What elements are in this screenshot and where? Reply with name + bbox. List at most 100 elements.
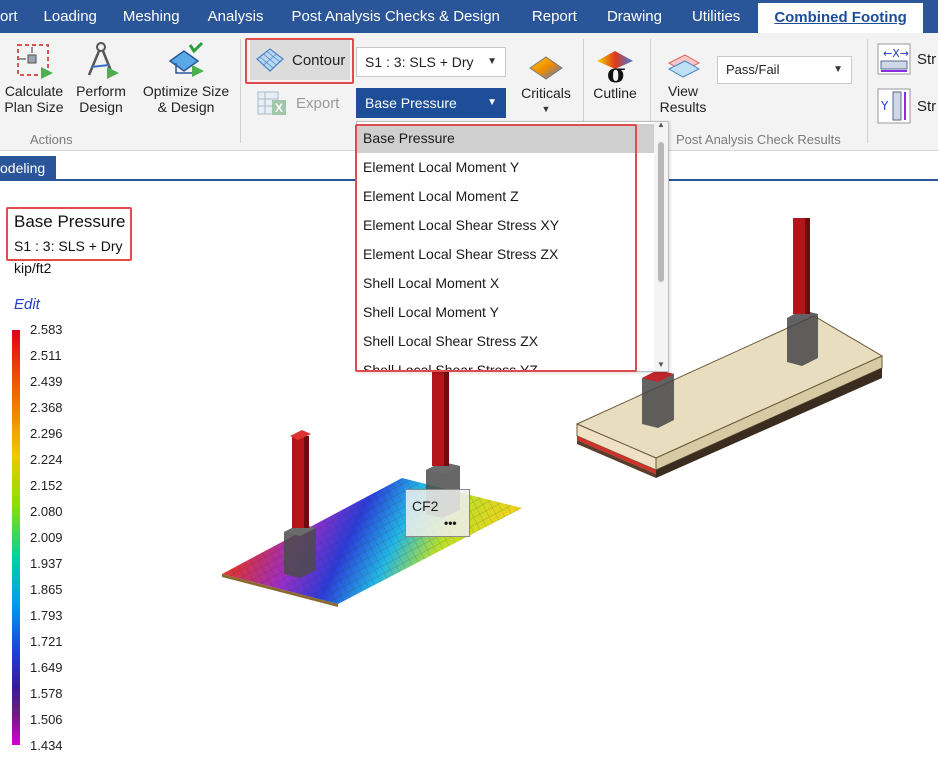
- export-button[interactable]: X Export: [256, 88, 339, 118]
- menu-analysis[interactable]: Analysis: [194, 0, 278, 33]
- cutline-button[interactable]: σ Cutline: [586, 47, 644, 101]
- legend-value: 2.583: [30, 322, 63, 337]
- sigma-cutline-icon: σ: [597, 51, 633, 83]
- menu-bar: ort Loading Meshing Analysis Post Analys…: [0, 0, 938, 33]
- legend-value: 2.080: [30, 504, 63, 519]
- menu-post-analysis[interactable]: Post Analysis Checks & Design: [277, 0, 513, 33]
- view-results-label: View Results: [659, 83, 707, 115]
- export-label: Export: [296, 94, 340, 112]
- dropdown-option[interactable]: Base Pressure: [357, 124, 655, 153]
- dropdown-option[interactable]: Element Local Moment Y: [357, 153, 655, 182]
- legend-value: 1.506: [30, 712, 63, 727]
- compass-design-icon: [87, 42, 119, 79]
- legend-value: 2.224: [30, 452, 63, 467]
- result-combination: S1 : 3: SLS + Dry: [14, 238, 123, 254]
- dropdown-option[interactable]: Element Local Moment Z: [357, 182, 655, 211]
- perform-design-button[interactable]: Perform Design: [70, 41, 132, 115]
- chevron-down-icon: ▼: [487, 56, 497, 67]
- more-options-icon[interactable]: •••: [444, 516, 457, 530]
- result-type-select[interactable]: Base Pressure ▼: [356, 88, 506, 118]
- menu-meshing[interactable]: Meshing: [111, 0, 194, 33]
- chevron-down-icon: ▼: [487, 97, 497, 108]
- legend-value: 2.152: [30, 478, 63, 493]
- ribbon-separator: [240, 39, 241, 143]
- legend-value: 1.578: [30, 686, 63, 701]
- menu-import[interactable]: ort: [0, 0, 32, 33]
- dropdown-option[interactable]: Shell Local Shear Stress YZ: [357, 356, 655, 371]
- actions-group-label: Actions: [30, 132, 73, 147]
- legend-edit-link[interactable]: Edit: [14, 296, 40, 313]
- menu-utilities[interactable]: Utilities: [676, 0, 750, 33]
- contour-grid-icon: [256, 48, 284, 72]
- legend-value: 2.439: [30, 374, 63, 389]
- dropdown-option[interactable]: Element Local Shear Stress XY: [357, 211, 655, 240]
- result-type-value: Base Pressure: [365, 95, 457, 111]
- excel-export-icon: X: [257, 91, 286, 115]
- strip-button-2[interactable]: Y Str: [877, 88, 936, 124]
- scroll-up-icon[interactable]: ▲: [657, 122, 665, 129]
- footing-label: CF2: [412, 498, 439, 514]
- contour-label: Contour: [292, 51, 346, 69]
- criticals-label: Criticals: [521, 85, 571, 101]
- contour-legend-bar: [12, 330, 20, 745]
- menu-combined-footing[interactable]: Combined Footing: [758, 0, 923, 33]
- svg-text:←X→: ←X→: [883, 47, 909, 60]
- menu-drawing[interactable]: Drawing: [591, 0, 676, 33]
- legend-value: 2.368: [30, 400, 63, 415]
- chevron-down-icon: ▼: [541, 104, 551, 114]
- post-analysis-group-label: Post Analysis Check Results: [676, 132, 841, 147]
- perform-design-label: Perform Design: [76, 83, 126, 115]
- legend-value: 1.649: [30, 660, 63, 675]
- optimize-icon: [168, 41, 204, 77]
- scrollbar-thumb[interactable]: [658, 142, 664, 282]
- dropdown-option[interactable]: Shell Local Moment X: [357, 269, 655, 298]
- view-results-button[interactable]: View Results: [654, 51, 712, 115]
- dropdown-option[interactable]: Shell Local Moment Y: [357, 298, 655, 327]
- load-combination-value: S1 : 3: SLS + Dry: [365, 54, 474, 70]
- pass-fail-value: Pass/Fail: [726, 62, 780, 77]
- strip-button-1[interactable]: ←X→ Str: [877, 43, 936, 75]
- footing-label-chip[interactable]: CF2 •••: [405, 489, 470, 537]
- result-title: Base Pressure: [14, 212, 126, 231]
- scroll-down-icon[interactable]: ▼: [657, 360, 665, 369]
- load-combination-select[interactable]: S1 : 3: SLS + Dry ▼: [356, 47, 506, 77]
- legend-value: 1.434: [30, 738, 63, 753]
- pass-fail-select[interactable]: Pass/Fail ▼: [717, 56, 852, 84]
- menu-report[interactable]: Report: [514, 0, 591, 33]
- optimize-size-design-label: Optimize Size & Design: [142, 83, 230, 115]
- criticals-icon: [529, 56, 563, 80]
- strip-x-icon: ←X→: [877, 43, 911, 75]
- legend-value: 1.865: [30, 582, 63, 597]
- legend-value: 1.793: [30, 608, 63, 623]
- strip-label-2: Str: [917, 97, 937, 115]
- dropdown-option[interactable]: Element Local Shear Stress ZX: [357, 240, 655, 269]
- optimize-size-design-button[interactable]: Optimize Size & Design: [138, 41, 234, 115]
- calculate-plan-size-button[interactable]: Calculate Plan Size: [2, 41, 66, 115]
- criticals-button[interactable]: Criticals ▼: [514, 53, 578, 117]
- contour-slab: [222, 478, 522, 607]
- contour-button[interactable]: Contour: [250, 40, 350, 80]
- ribbon-separator: [867, 39, 868, 143]
- svg-text:Y: Y: [880, 99, 889, 113]
- dropdown-option[interactable]: Shell Local Shear Stress ZX: [357, 327, 655, 356]
- calculate-plan-size-label: Calculate Plan Size: [4, 83, 64, 115]
- svg-text:σ: σ: [607, 59, 626, 83]
- chevron-down-icon: ▼: [833, 64, 843, 75]
- pedestal-1: [284, 430, 316, 578]
- legend-value: 2.296: [30, 426, 63, 441]
- legend-value: 1.937: [30, 556, 63, 571]
- menu-loading[interactable]: Loading: [32, 0, 111, 33]
- svg-text:X: X: [275, 101, 283, 115]
- legend-value: 2.009: [30, 530, 63, 545]
- tab-modeling[interactable]: odeling: [0, 156, 56, 181]
- result-type-dropdown: Base Pressure Element Local Moment Y Ele…: [356, 121, 669, 372]
- result-unit: kip/ft2: [14, 260, 52, 276]
- view-results-icon: [667, 54, 701, 78]
- strip-y-icon: Y: [877, 88, 911, 124]
- cutline-label: Cutline: [593, 85, 637, 101]
- legend-value: 1.721: [30, 634, 63, 649]
- plan-size-icon: [17, 44, 53, 79]
- legend-value: 2.511: [30, 348, 62, 363]
- dropdown-scrollbar[interactable]: ▲ ▼: [654, 122, 668, 371]
- strip-label-1: Str: [917, 50, 937, 68]
